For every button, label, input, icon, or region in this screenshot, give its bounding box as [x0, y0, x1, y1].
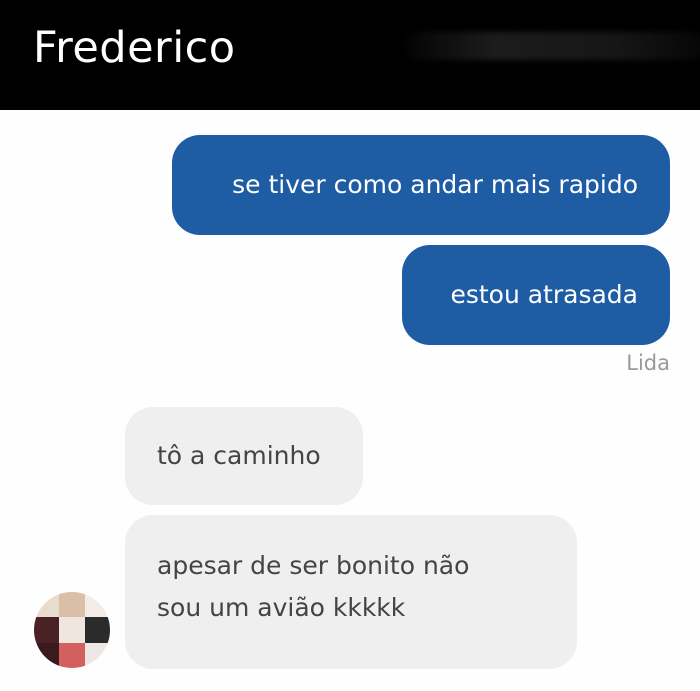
incoming-message-bubble[interactable]: apesar de ser bonito não sou um avião kk…	[125, 515, 577, 669]
message-text: se tiver como andar mais rapido	[232, 170, 638, 199]
read-receipt: Lida	[626, 351, 670, 375]
redacted-info	[405, 32, 700, 60]
pixelated-avatar-icon[interactable]	[34, 592, 110, 668]
message-text-line: sou um avião kkkkk	[157, 593, 406, 622]
message-text: estou atrasada	[450, 280, 638, 309]
message-text: tô a caminho	[157, 441, 321, 470]
message-list[interactable]: se tiver como andar mais rapido estou at…	[0, 110, 700, 691]
contact-name[interactable]: Frederico	[33, 20, 236, 76]
incoming-message-bubble[interactable]: tô a caminho	[125, 407, 363, 505]
message-text-line: apesar de ser bonito não	[157, 551, 470, 580]
chat-header: Frederico	[0, 0, 700, 110]
outgoing-message-bubble[interactable]: estou atrasada	[402, 245, 670, 345]
outgoing-message-bubble[interactable]: se tiver como andar mais rapido	[172, 135, 670, 235]
